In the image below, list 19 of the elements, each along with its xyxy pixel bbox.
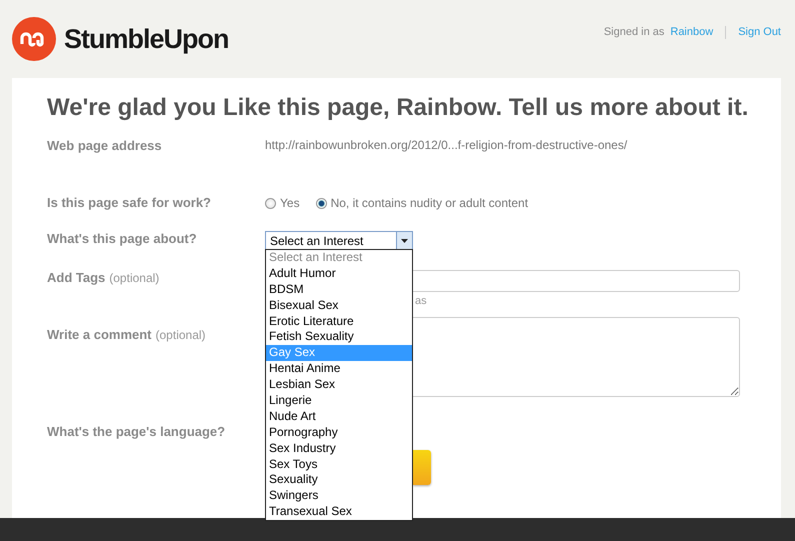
- signed-in-text: Signed in as: [604, 26, 664, 38]
- field-label: Web page address: [47, 138, 163, 155]
- page-url: http://rainbowunbroken.org/2012/0...f-religion-from-destructive-ones/: [265, 138, 628, 154]
- optional-note: (optional): [109, 271, 160, 285]
- radio-option[interactable]: No, it contains nudity or adult content: [316, 196, 528, 210]
- dropdown-option[interactable]: Fetish Sexuality: [266, 329, 412, 346]
- caret-icon: [401, 238, 408, 242]
- brand-name: StumbleUpon: [64, 24, 228, 54]
- field-label: Is this page safe for work?: [47, 195, 212, 212]
- tags-hint: as: [415, 295, 428, 307]
- field-label: Write a comment: [47, 327, 152, 342]
- radio-option[interactable]: Yes: [265, 196, 300, 210]
- interest-select[interactable]: Select an Interest: [265, 231, 413, 250]
- field-label: What's the page's language?: [47, 424, 226, 441]
- logo-icon: [12, 17, 56, 61]
- optional-note: (optional): [156, 328, 206, 342]
- field-label: Add Tags: [47, 270, 106, 285]
- page-heading: We're glad you Like this page, Rainbow. Tell us more about it.: [47, 94, 750, 122]
- field-label: What's this page about?: [47, 231, 198, 248]
